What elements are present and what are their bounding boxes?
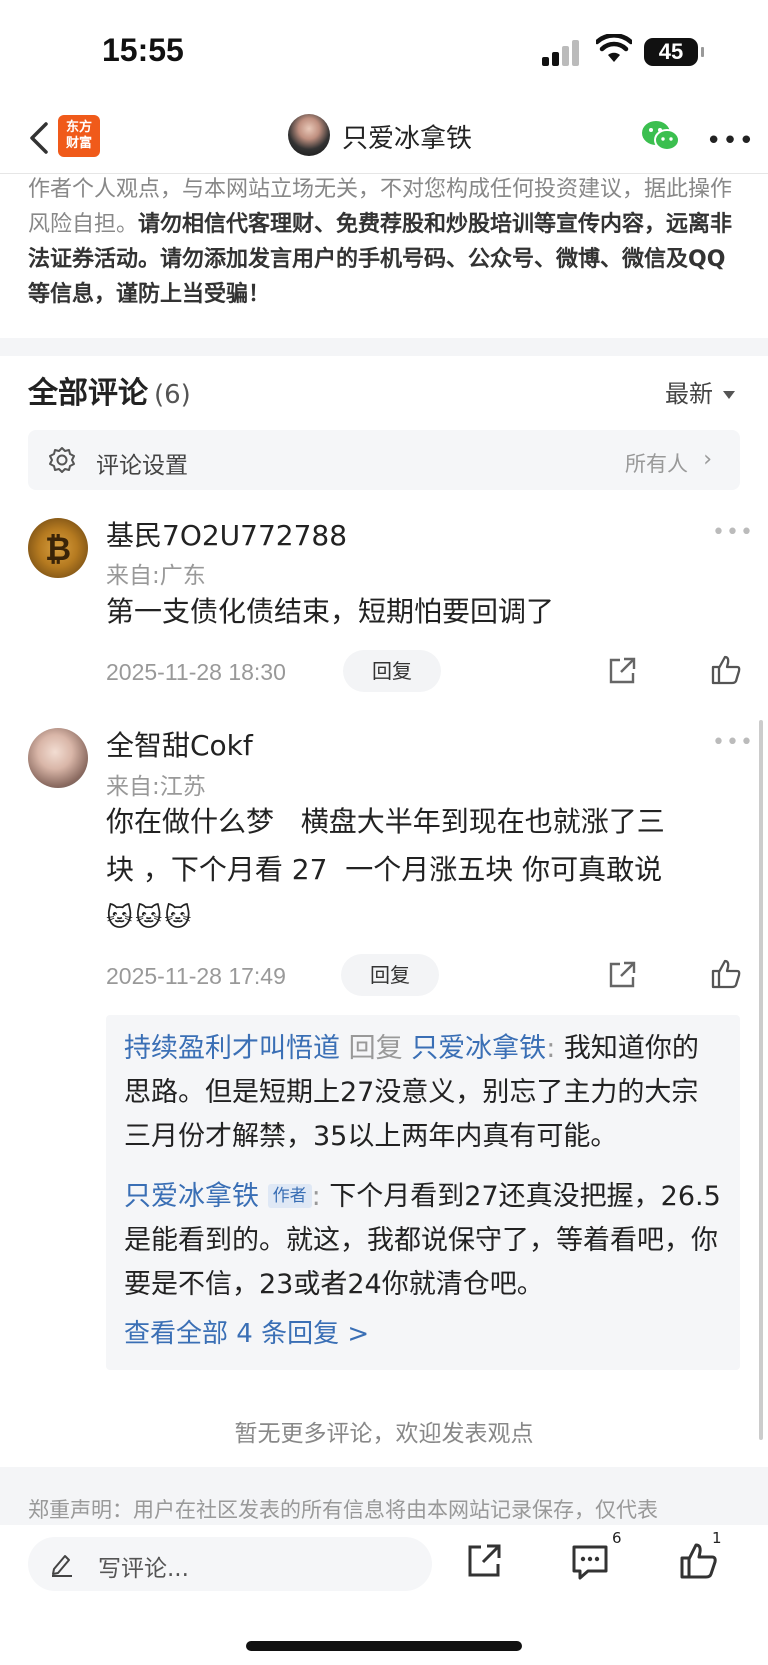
comment-location: 来自:江苏	[106, 774, 206, 800]
comment-settings-row[interactable]: 评论设置 所有人 ›	[28, 430, 740, 490]
reply-author-link: 持续盈利才叫悟道	[124, 1033, 340, 1064]
home-indicator[interactable]	[246, 1641, 522, 1651]
comment-date: 2025-11-28 18:30	[106, 659, 286, 685]
comment-more-icon[interactable]: •••	[712, 730, 754, 755]
comments-header: 全部评论 (6)	[28, 376, 191, 411]
reply-target-link: 只爱冰拿铁	[411, 1033, 547, 1064]
reply-author-link: 只爱冰拿铁	[124, 1181, 259, 1212]
battery-icon: 45	[644, 38, 704, 66]
share-icon[interactable]	[606, 655, 638, 687]
risk-disclaimer: 作者个人观点，与本网站立场无关，不对您构成任何投资建议，据此操作风险自担。请勿相…	[28, 177, 733, 307]
pen-icon	[52, 1555, 72, 1577]
reply-button[interactable]: 回复	[341, 954, 439, 996]
avatar[interactable]	[28, 728, 88, 788]
comment-icon[interactable]	[570, 1541, 610, 1581]
legal-notice: 郑重声明：用户在社区发表的所有信息将由本网站记录保存，仅代表	[28, 1498, 658, 1522]
status-bar: 15:55 45	[0, 0, 768, 100]
view-all-replies-link[interactable]: 查看全部 4 条回复 >	[124, 1313, 369, 1350]
share-icon[interactable]	[464, 1541, 504, 1581]
app-logo: 东方 财富	[58, 115, 100, 157]
sub-reply[interactable]: 持续盈利才叫悟道 回复 只爱冰拿铁: 我知道你的思路。但是短期上27没意义，别忘…	[124, 1027, 724, 1159]
bottom-action-bar: 写评论... 6 1	[0, 1525, 768, 1665]
page-title[interactable]: 只爱冰拿铁	[342, 118, 472, 155]
comment-more-icon[interactable]: •••	[712, 520, 754, 545]
like-icon[interactable]	[710, 654, 742, 686]
nav-bar: 东方 财富 只爱冰拿铁 •••	[0, 104, 768, 174]
like-icon[interactable]	[710, 958, 742, 990]
comment-text: 你在做什么梦 横盘大半年到现在也就涨了三 块 ，下个月看 27 一个月涨五块 你…	[106, 798, 746, 942]
avatar[interactable]: ₿	[28, 518, 88, 578]
cat-emoji: 🐱🐱🐱	[106, 903, 194, 933]
wechat-share-icon[interactable]	[640, 118, 682, 154]
chevron-right-icon: ›	[703, 447, 712, 472]
comment-location: 来自:广东	[106, 563, 206, 589]
cellular-signal-icon	[542, 40, 582, 66]
comment-settings-label: 评论设置	[96, 453, 188, 479]
comment-count-badge: 6	[612, 1529, 622, 1547]
scrollbar[interactable]	[759, 720, 763, 1440]
comment-date: 2025-11-28 17:49	[106, 963, 286, 989]
author-tag: 作者	[267, 1184, 312, 1208]
gear-icon	[49, 447, 75, 473]
like-count-badge: 1	[712, 1529, 722, 1547]
sub-reply[interactable]: 只爱冰拿铁 作者: 下个月看到27还真没把握，26.5是能看到的。就这，我都说保…	[124, 1175, 724, 1307]
wifi-icon	[596, 34, 632, 62]
write-comment-input[interactable]: 写评论...	[28, 1537, 432, 1591]
no-more-comments: 暂无更多评论，欢迎发表观点	[234, 1421, 534, 1447]
section-divider	[0, 338, 768, 356]
back-arrow-icon[interactable]	[22, 116, 62, 160]
sort-dropdown[interactable]: 最新	[665, 374, 735, 409]
share-icon[interactable]	[606, 959, 638, 991]
comment-text: 第一支债化债结束，短期怕要回调了	[106, 595, 555, 628]
like-icon[interactable]	[678, 1541, 718, 1581]
author-avatar[interactable]	[288, 114, 330, 156]
comments-count: (6)	[154, 380, 191, 410]
reply-button[interactable]: 回复	[343, 650, 441, 692]
sub-replies-box: 持续盈利才叫悟道 回复 只爱冰拿铁: 我知道你的思路。但是短期上27没意义，别忘…	[106, 1015, 740, 1370]
more-options-icon[interactable]: •••	[706, 126, 755, 156]
comment-settings-value: 所有人	[625, 452, 688, 476]
status-time: 15:55	[102, 32, 184, 68]
write-comment-placeholder: 写评论...	[98, 1556, 189, 1582]
comment-username[interactable]: 基民7O2U772788	[106, 514, 347, 554]
comment-username[interactable]: 全智甜Cokf	[106, 724, 253, 764]
